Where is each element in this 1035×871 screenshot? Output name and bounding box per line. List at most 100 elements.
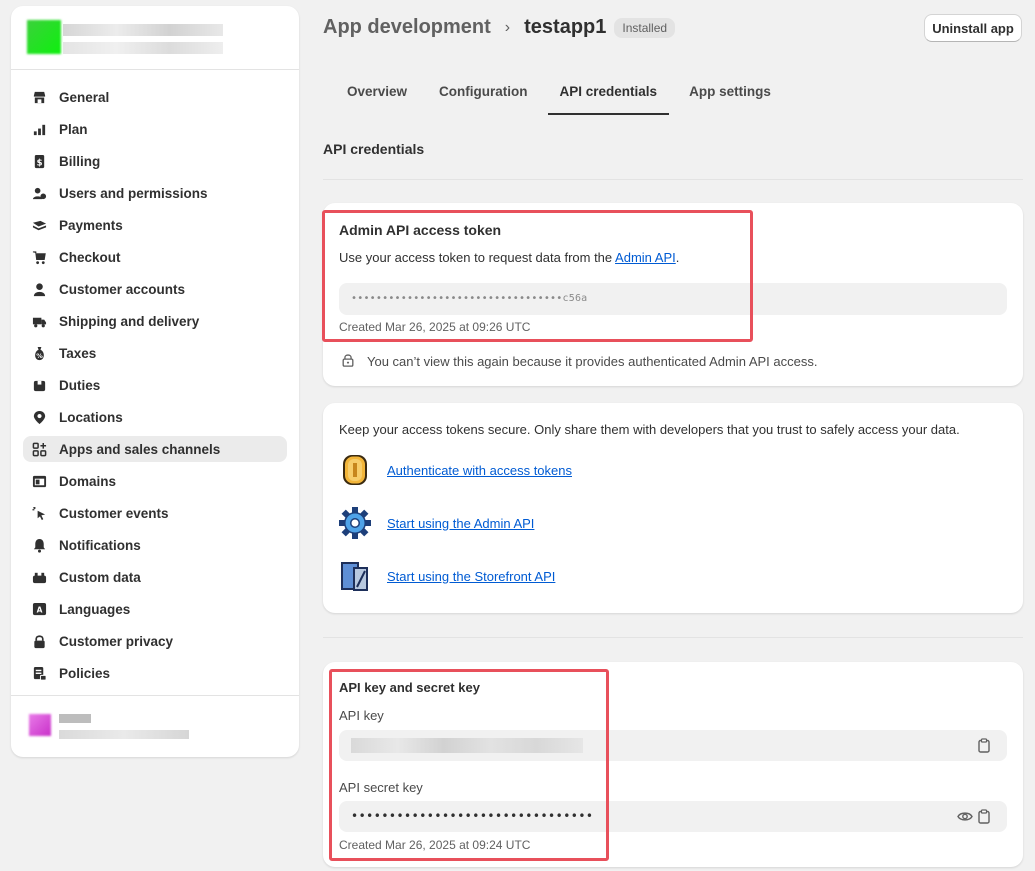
admin-api-guide-link[interactable]: Start using the Admin API [387,516,534,531]
sidebar-item-customer-events[interactable]: Customer events [23,500,287,526]
sidebar-item-general[interactable]: General [23,84,287,110]
sidebar-item-label: Billing [59,153,101,169]
sidebar-item-policies[interactable]: Policies [23,660,287,686]
policy-icon [31,665,47,681]
sidebar-item-label: Taxes [59,345,97,361]
sidebar-item-label: Users and permissions [59,185,208,201]
sidebar-item-billing[interactable]: $ Billing [23,148,287,174]
api-key-value-blurred [351,738,583,753]
sidebar-item-label: Shipping and delivery [59,313,200,329]
sidebar-item-label: Apps and sales channels [59,441,221,457]
breadcrumb-separator-icon: › [504,18,511,36]
location-icon [31,409,47,425]
cursor-icon [31,505,47,521]
authenticate-link[interactable]: Authenticate with access tokens [387,463,572,478]
admin-token-warning-text: You can’t view this again because it pro… [367,354,818,369]
api-keys-created: Created Mar 26, 2025 at 09:24 UTC [339,838,531,852]
sidebar-item-shipping[interactable]: Shipping and delivery [23,308,287,334]
language-icon: A [31,601,47,617]
sidebar-item-label: Customer events [59,505,169,521]
sidebar-item-checkout[interactable]: Checkout [23,244,287,270]
tab-api-credentials[interactable]: API credentials [547,70,670,115]
eye-icon[interactable] [957,809,973,825]
sidebar-item-apps[interactable]: Apps and sales channels [23,436,287,462]
sidebar-item-customer-accounts[interactable]: Customer accounts [23,276,287,302]
sidebar-item-customer-privacy[interactable]: Customer privacy [23,628,287,654]
sidebar-item-label: Custom data [59,569,141,585]
admin-token-description-end: . [675,250,680,265]
admin-token-field[interactable]: ••••••••••••••••••••••••••••••••••c56a [339,283,1007,315]
tab-overview[interactable]: Overview [335,70,419,115]
store-header[interactable] [11,6,299,70]
sidebar-item-label: Checkout [59,249,121,265]
copy-icon[interactable] [977,738,993,754]
api-secret-field[interactable]: •••••••••••••••••••••••••••••••• [339,801,1007,832]
person-icon [31,281,47,297]
receipt-icon: $ [31,153,47,169]
sidebar-item-locations[interactable]: Locations [23,404,287,430]
admin-token-title: Admin API access token [339,222,502,238]
api-key-field[interactable] [339,730,1007,761]
api-secret-value: •••••••••••••••••••••••••••••••• [351,809,594,823]
sidebar-item-notifications[interactable]: Notifications [23,532,287,558]
coin-icon [339,453,371,487]
breadcrumb: App development › testapp1 Installed [323,16,676,39]
sidebar-item-label: Customer accounts [59,281,186,297]
account-footer[interactable] [11,695,299,757]
bell-icon [31,537,47,553]
store-avatar [27,20,61,54]
admin-token-created: Created Mar 26, 2025 at 09:26 UTC [339,320,531,334]
storefront-api-guide-link[interactable]: Start using the Storefront API [387,569,555,584]
user-avatar [29,714,51,736]
lock-icon [31,633,47,649]
database-icon [31,569,47,585]
admin-token-warning: You can’t view this again because it pro… [341,353,817,370]
sidebar-item-label: Plan [59,121,88,137]
gear-icon [339,506,371,540]
sidebar-item-duties[interactable]: Duties [23,372,287,398]
tab-app-settings[interactable]: App settings [677,70,783,115]
sidebar-item-payments[interactable]: Payments [23,212,287,238]
breadcrumb-parent[interactable]: App development [323,16,491,39]
admin-token-card: Admin API access token Use your access t… [323,203,1023,386]
copy-icon[interactable] [977,809,993,825]
resource-authenticate: Authenticate with access tokens [339,453,572,487]
sidebar-item-label: Languages [59,601,131,617]
status-badge: Installed [614,17,676,38]
tab-bar: Overview Configuration API credentials A… [335,70,791,115]
sidebar-item-users[interactable]: Users and permissions [23,180,287,206]
store-icon [31,89,47,105]
chart-icon [31,121,47,137]
section-divider-2 [323,637,1023,638]
users-icon [31,185,47,201]
sidebar-item-label: Notifications [59,537,141,553]
tax-icon: % [31,345,47,361]
admin-token-description: Use your access token to request data fr… [339,250,679,265]
page-title: testapp1 [524,16,607,38]
sidebar-item-taxes[interactable]: % Taxes [23,340,287,366]
api-keys-title: API key and secret key [339,680,480,695]
sidebar-item-languages[interactable]: A Languages [23,596,287,622]
admin-api-link[interactable]: Admin API [615,250,676,265]
sidebar-item-label: Customer privacy [59,633,174,649]
lock-icon [341,353,355,370]
sidebar-item-label: Policies [59,665,111,681]
user-email-blurred [59,730,189,739]
store-url-blurred [63,42,223,54]
uninstall-app-button[interactable]: Uninstall app [924,14,1022,42]
sidebar-item-label: Domains [59,473,117,489]
tab-configuration[interactable]: Configuration [427,70,539,115]
store-name-blurred [63,24,223,36]
resources-intro: Keep your access tokens secure. Only sha… [339,422,960,437]
sidebar-item-label: Locations [59,409,123,425]
svg-text:%: % [36,352,43,360]
sidebar-item-plan[interactable]: Plan [23,116,287,142]
sidebar-item-custom-data[interactable]: Custom data [23,564,287,590]
api-key-label: API key [339,708,384,723]
sidebar-item-domains[interactable]: Domains [23,468,287,494]
globe-icon [31,473,47,489]
sidebar-item-label: Payments [59,217,123,233]
api-keys-card: API key and secret key API key API secre… [323,662,1023,867]
sidebar-item-label: General [59,89,110,105]
storefront-doc-icon [339,559,371,593]
